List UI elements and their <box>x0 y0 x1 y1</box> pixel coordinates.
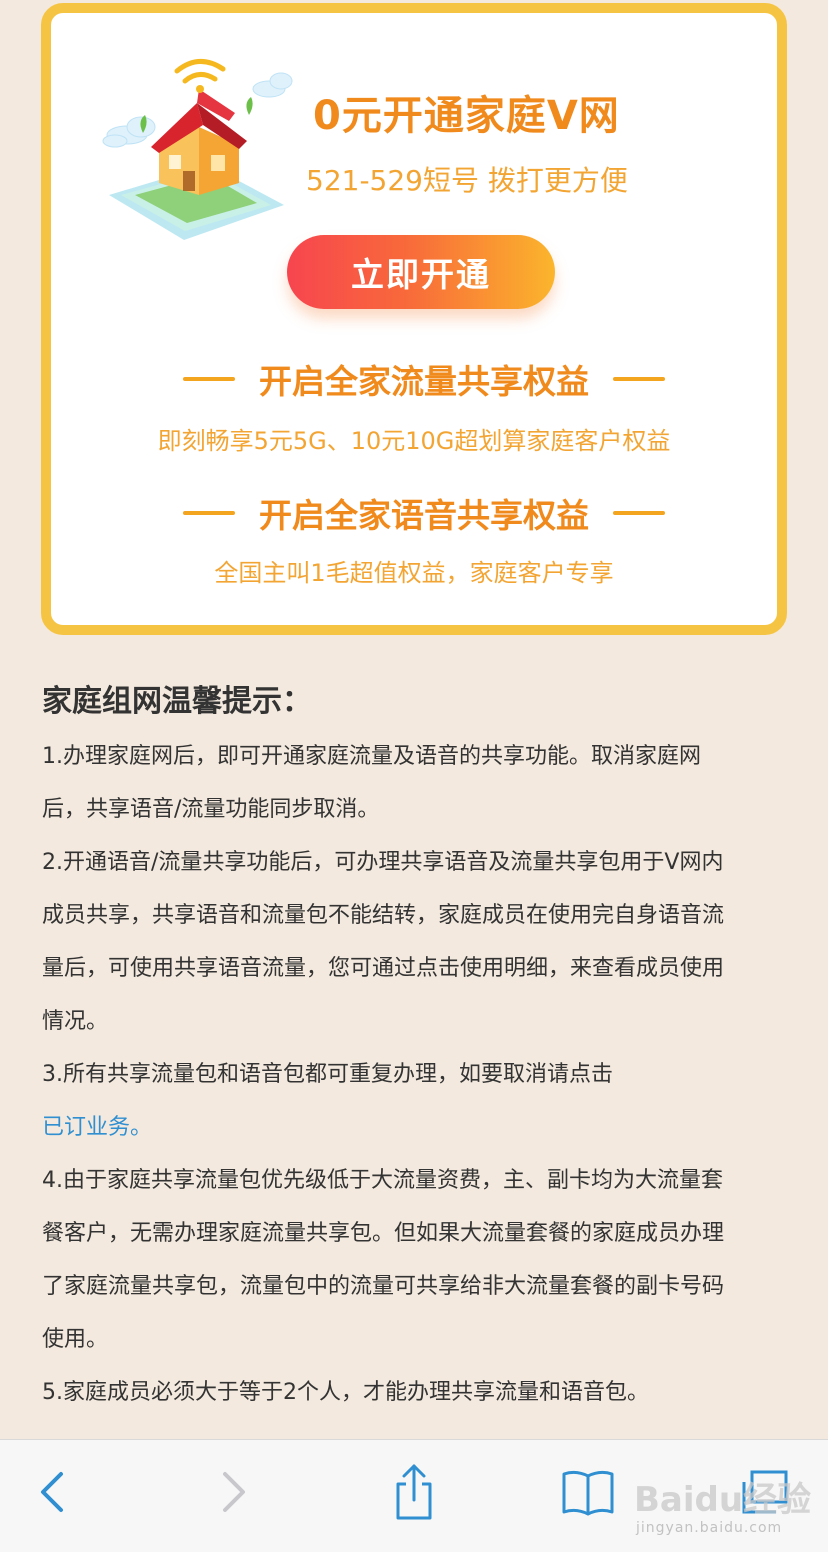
tabs-icon <box>742 1470 788 1514</box>
bookmarks-icon <box>562 1470 614 1516</box>
tabs-button[interactable] <box>734 1462 794 1522</box>
tip-line: 餐客户，无需办理家庭流量共享包。但如果大流量套餐的家庭成员办理 <box>42 1221 725 1246</box>
house-illustration <box>102 59 293 240</box>
tip-line: 4.由于家庭共享流量包优先级低于大流量资费，主、副卡均为大流量套 <box>42 1168 723 1193</box>
benefit-heading-data: 开启全家流量共享权益 <box>147 355 701 403</box>
tip-line: 了家庭流量共享包，流量包中的流量可共享给非大流量套餐的副卡号码 <box>42 1274 725 1299</box>
tip-line: 3.所有共享流量包和语音包都可重复办理，如要取消请点击 <box>42 1062 613 1087</box>
tips-title: 家庭组网温馨提示： <box>42 684 312 719</box>
bookmarks-button[interactable] <box>558 1462 618 1522</box>
back-button[interactable] <box>22 1462 82 1522</box>
tip-line: 使用。 <box>42 1327 109 1352</box>
page: 0元开通家庭V网 521-529短号 拨打更方便 立即开通 开启全家流量共享权益… <box>0 0 828 1552</box>
tip-line: 5.家庭成员必须大于等于2个人，才能办理共享流量和语音包。 <box>42 1380 649 1405</box>
subscribed-services-link[interactable]: 已订业务。 <box>42 1115 152 1140</box>
benefit-heading-voice: 开启全家语音共享权益 <box>147 489 701 537</box>
back-icon <box>41 1472 63 1512</box>
heading-dash-right <box>613 511 665 515</box>
tip-line: 1.办理家庭网后，即可开通家庭流量及语音的共享功能。取消家庭网 <box>42 744 701 769</box>
benefit-description-voice: 全国主叫1毛超值权益，家庭客户专享 <box>214 559 614 587</box>
benefit-heading-voice-text: 开启全家语音共享权益 <box>259 496 589 535</box>
subscribed-services-line: 已订业务。 <box>42 1101 790 1154</box>
tips-section: 家庭组网温馨提示： 1.办理家庭网后，即可开通家庭流量及语音的共享功能。取消家庭… <box>42 676 790 1419</box>
forward-button[interactable] <box>204 1462 264 1522</box>
tip-line: 量后，可使用共享语音流量，您可通过点击使用明细，来查看成员使用 <box>42 956 725 981</box>
watermark-subtext: jingyan.baidu.com <box>636 1520 783 1536</box>
share-button[interactable] <box>384 1462 444 1522</box>
benefit-heading-data-text: 开启全家流量共享权益 <box>259 362 589 401</box>
heading-dash-right <box>613 377 665 381</box>
tip-line: 2.开通语音/流量共享功能后，可办理共享语音及流量共享包用于V网内 <box>42 850 724 875</box>
benefit-description-data: 即刻畅享5元5G、10元10G超划算家庭客户权益 <box>157 427 671 455</box>
heading-dash-left <box>183 511 235 515</box>
tip-line: 成员共享，共享语音和流量包不能结转，家庭成员在使用完自身语音流 <box>42 903 725 928</box>
tip-line: 情况。 <box>42 1009 109 1034</box>
baidu-jingyan-watermark: Baidu经验 jingyan.baidu.com <box>634 1464 824 1544</box>
share-icon <box>396 1464 432 1520</box>
open-now-button[interactable]: 立即开通 <box>287 235 555 309</box>
forward-icon <box>223 1472 245 1512</box>
browser-toolbar: Baidu经验 jingyan.baidu.com <box>0 1439 828 1552</box>
promo-subtitle: 521-529短号 拨打更方便 <box>306 164 628 197</box>
heading-dash-left <box>183 377 235 381</box>
promo-title: 0元开通家庭V网 <box>313 93 620 139</box>
promo-card: 0元开通家庭V网 521-529短号 拨打更方便 立即开通 开启全家流量共享权益… <box>41 3 787 635</box>
tip-line: 后，共享语音/流量功能同步取消。 <box>42 797 380 822</box>
